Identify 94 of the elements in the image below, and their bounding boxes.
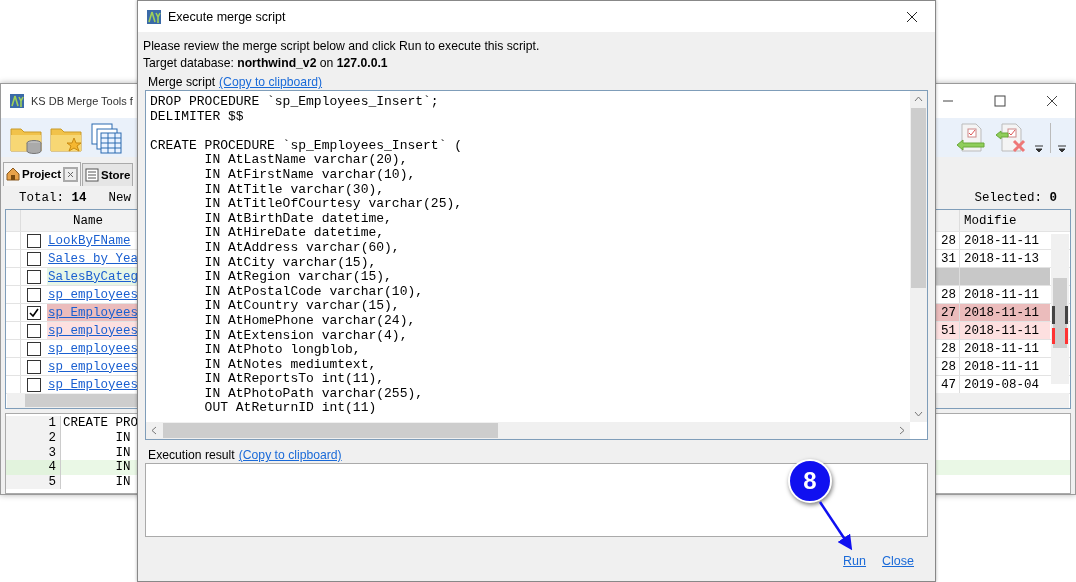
- code-line: CREATE PROCEDURE `sp_Employees_Insert` (: [150, 138, 463, 154]
- house-icon: [6, 167, 20, 182]
- object-link[interactable]: sp_employees: [48, 287, 138, 302]
- checkbox[interactable]: [27, 269, 41, 284]
- tab[interactable]: Project: [3, 161, 81, 186]
- dialog-link[interactable]: Close: [882, 554, 914, 568]
- target-database-text: Target database: northwind_v2 on 127.0.0.1: [143, 55, 389, 72]
- code-line: IN AtHomePhone varchar(24),: [203, 313, 416, 329]
- new-count-label: New: [108, 190, 132, 205]
- code-line: IN AtBirthDate datetime,: [203, 211, 392, 227]
- table-cell: 2018-11-11: [960, 304, 1050, 322]
- horizontal-scrollbar[interactable]: [146, 422, 910, 439]
- total-count: Total: 14: [19, 190, 87, 205]
- code-line: OUT AtReturnID int(11): [203, 401, 377, 417]
- code-line: IN AtLastName varchar(20),: [203, 153, 408, 168]
- checkbox[interactable]: [27, 359, 41, 374]
- code-line: IN: [114, 474, 131, 490]
- vertical-scrollbar[interactable]: [1051, 234, 1069, 385]
- table-cell: 2018-11-11: [960, 322, 1050, 340]
- code-line: IN: [114, 460, 131, 475]
- scroll-right-icon: [897, 426, 906, 435]
- object-link[interactable]: LookByFName: [48, 233, 131, 248]
- table-cell-text: 2018-11-11: [963, 232, 1040, 250]
- vertical-scrollbar[interactable]: [910, 91, 927, 422]
- code-line: IN AtNotes mediumtext,: [203, 357, 377, 373]
- code-line: IN AtPhoto longblob,: [203, 343, 361, 358]
- close-icon[interactable]: [63, 166, 78, 182]
- tab[interactable]: Store: [82, 162, 134, 186]
- maximize-icon: [994, 95, 1006, 107]
- copy-link[interactable]: (Copy to clipboard): [238, 448, 342, 463]
- scroll-down-icon: [914, 409, 923, 418]
- checkbox[interactable]: [27, 305, 41, 320]
- scroll-left-icon: [150, 426, 159, 435]
- code-line: IN AtReportsTo int(11),: [203, 372, 385, 387]
- column-header[interactable]: Modifie: [960, 210, 1050, 232]
- object-link[interactable]: Sales by Yea: [48, 251, 138, 266]
- tables-icon[interactable]: [89, 120, 123, 155]
- line-number: 4: [6, 460, 61, 475]
- code-line: IN AtExtension varchar(4),: [203, 328, 408, 344]
- object-link[interactable]: sp_employees: [48, 341, 138, 356]
- document-arrow-x-icon[interactable]: [994, 120, 1028, 155]
- line-number: 2: [6, 431, 61, 446]
- object-link[interactable]: sp_Employees: [48, 377, 138, 392]
- code-line: IN AtPostalCode varchar(10),: [203, 284, 424, 300]
- script-editor[interactable]: [145, 90, 928, 440]
- code-line: IN AtAddress varchar(60),: [203, 240, 400, 256]
- code-line: DELIMITER $$: [150, 109, 244, 125]
- code-line: DROP PROCEDURE `sp_Employees_Insert`;: [150, 95, 439, 110]
- object-link[interactable]: SalesByCateg: [48, 269, 138, 284]
- difference-markers-icon: [1052, 306, 1068, 347]
- object-link[interactable]: sp_Employees: [48, 305, 138, 320]
- table-cell-text: 2019-08-04: [963, 376, 1040, 394]
- window-title: KS DB Merge Tools f: [31, 95, 133, 107]
- code-line: IN: [114, 445, 131, 461]
- app-logo-icon: [9, 93, 25, 109]
- table-cell-text: 2018-11-13: [963, 250, 1040, 268]
- checkbox[interactable]: [27, 377, 41, 392]
- column-header[interactable]: Name: [48, 213, 103, 228]
- table-cell-text: 2018-11-11: [963, 286, 1040, 304]
- checkbox[interactable]: [27, 251, 41, 266]
- code-line: IN AtCountry varchar(15),: [203, 299, 400, 314]
- scroll-up-icon: [914, 95, 923, 104]
- dropdown-icon[interactable]: [1034, 145, 1044, 154]
- checkbox[interactable]: [27, 341, 41, 356]
- object-link[interactable]: sp_employees: [48, 323, 138, 338]
- copy-link[interactable]: (Copy to clipboard): [219, 75, 323, 90]
- dialog-link[interactable]: Run: [843, 554, 867, 568]
- code-line: CREATE PRO: [62, 416, 138, 432]
- code-line: IN AtPhotoPath varchar(255),: [203, 386, 424, 402]
- code-line: IN AtRegion varchar(15),: [203, 270, 392, 285]
- line-number: 1: [6, 416, 61, 432]
- list-icon: [85, 167, 99, 182]
- result-field[interactable]: [145, 463, 928, 537]
- code-line: IN: [114, 431, 131, 446]
- instruction-text: Please review the merge script below and click Run to execute this script.: [143, 38, 541, 55]
- selected-count: Selected: 0: [974, 190, 1057, 205]
- app-logo-icon: [146, 8, 162, 25]
- table-cell-text: 2018-11-11: [963, 340, 1040, 358]
- group-label: Merge script: [148, 75, 216, 90]
- code-line: IN AtTitleOfCourtesy varchar(25),: [203, 197, 463, 212]
- close-icon: [1046, 95, 1058, 107]
- code-line: IN AtTitle varchar(30),: [203, 182, 385, 198]
- dropdown-icon[interactable]: [1057, 145, 1067, 154]
- table-cell-text: 2018-11-11: [963, 358, 1040, 376]
- checkbox[interactable]: [27, 233, 41, 248]
- checkbox[interactable]: [27, 287, 41, 302]
- dialog-title: Execute merge script: [168, 9, 286, 24]
- code-line: IN AtFirstName varchar(10),: [203, 167, 416, 183]
- code-line: IN AtCity varchar(15),: [203, 255, 377, 271]
- object-link[interactable]: sp_employees: [48, 359, 138, 374]
- checkbox[interactable]: [27, 323, 41, 338]
- group-label: Execution result: [148, 448, 235, 463]
- close-icon: [906, 10, 918, 23]
- code-line: IN AtHireDate datetime,: [203, 226, 385, 241]
